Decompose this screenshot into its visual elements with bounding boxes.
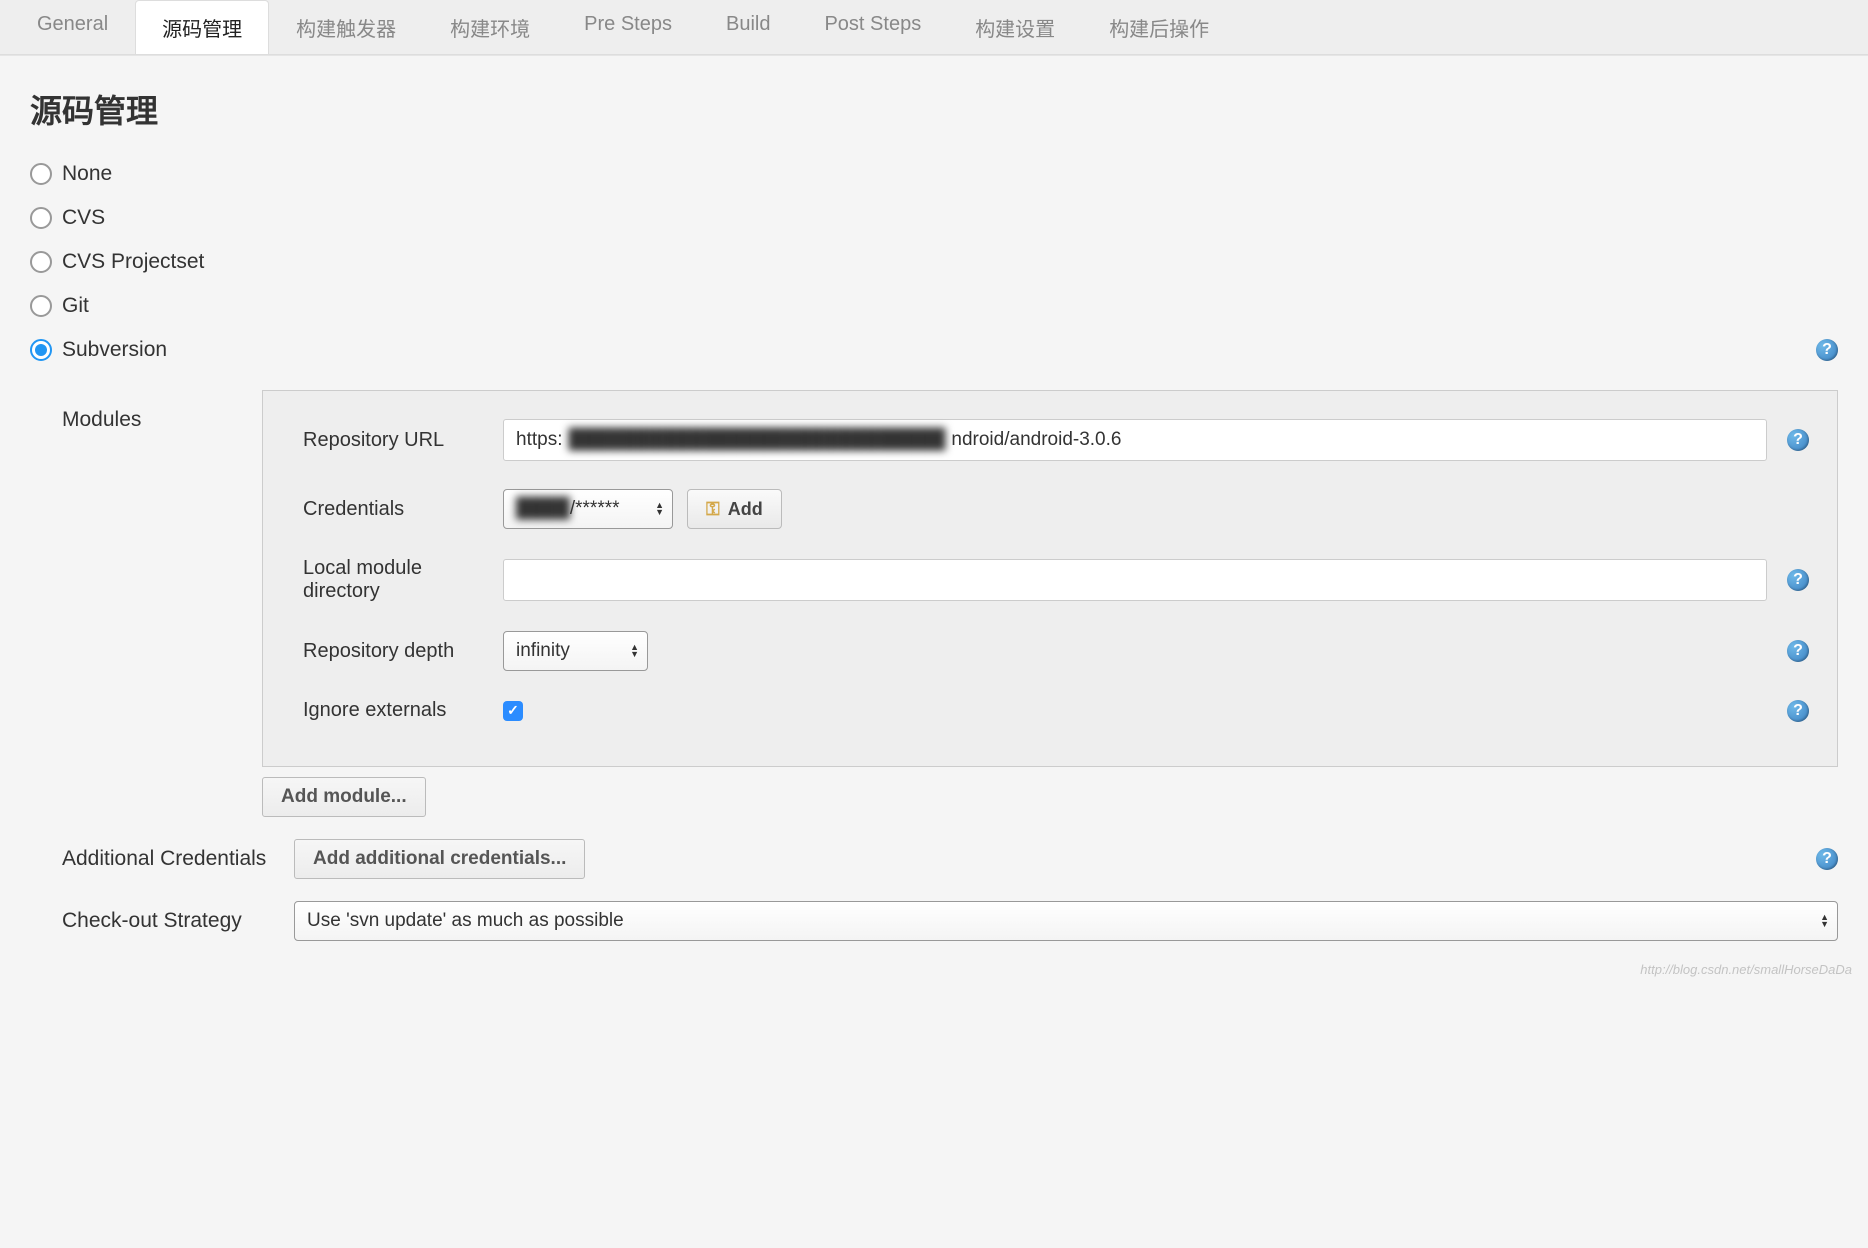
chevron-updown-icon: ▲▼ <box>1820 914 1829 928</box>
repository-depth-select[interactable]: infinity ▲▼ <box>503 631 648 671</box>
ignore-externals-label: Ignore externals <box>303 699 503 722</box>
local-module-dir-input[interactable] <box>503 559 1767 601</box>
help-icon[interactable]: ? <box>1816 848 1838 870</box>
config-tabs: General 源码管理 构建触发器 构建环境 Pre Steps Build … <box>0 0 1868 55</box>
tab-general[interactable]: General <box>10 0 135 54</box>
help-icon[interactable]: ? <box>1787 640 1809 662</box>
chevron-updown-icon: ▲▼ <box>655 502 664 516</box>
help-icon[interactable]: ? <box>1816 339 1838 361</box>
tab-build-settings[interactable]: 构建设置 <box>948 0 1082 54</box>
radio-label: None <box>62 162 112 186</box>
tab-pre-steps[interactable]: Pre Steps <box>557 0 699 54</box>
tab-build[interactable]: Build <box>699 0 797 54</box>
key-icon: ⚿ <box>706 499 720 520</box>
tab-build-env[interactable]: 构建环境 <box>423 0 557 54</box>
credentials-select[interactable]: ████/****** ▲▼ <box>503 489 673 529</box>
repository-url-input[interactable]: https: ████████████████████████████ ndro… <box>503 419 1767 461</box>
radio-icon <box>30 163 52 185</box>
additional-credentials-label: Additional Credentials <box>62 847 294 871</box>
scm-option-cvs[interactable]: CVS <box>30 206 1838 230</box>
checkout-strategy-label: Check-out Strategy <box>62 909 294 933</box>
help-icon[interactable]: ? <box>1787 700 1809 722</box>
radio-label: CVS Projectset <box>62 250 204 274</box>
help-icon[interactable]: ? <box>1787 429 1809 451</box>
ignore-externals-checkbox[interactable]: ✓ <box>503 701 523 721</box>
tab-post-build[interactable]: 构建后操作 <box>1082 0 1236 54</box>
scm-option-git[interactable]: Git <box>30 294 1838 318</box>
radio-label: Subversion <box>62 338 167 362</box>
modules-label: Modules <box>62 390 262 817</box>
tab-scm[interactable]: 源码管理 <box>135 0 269 54</box>
repository-url-label: Repository URL <box>303 429 503 452</box>
tab-post-steps[interactable]: Post Steps <box>797 0 948 54</box>
radio-label: CVS <box>62 206 105 230</box>
watermark-text: http://blog.csdn.net/smallHorseDaDa <box>1640 962 1852 977</box>
chevron-updown-icon: ▲▼ <box>630 644 639 658</box>
radio-icon <box>30 339 52 361</box>
tab-build-triggers[interactable]: 构建触发器 <box>269 0 423 54</box>
repository-depth-label: Repository depth <box>303 640 503 663</box>
scm-option-cvs-projectset[interactable]: CVS Projectset <box>30 250 1838 274</box>
checkout-strategy-select[interactable]: Use 'svn update' as much as possible ▲▼ <box>294 901 1838 941</box>
scm-radio-group: None CVS CVS Projectset Git Subversion ? <box>30 162 1838 362</box>
scm-option-none[interactable]: None <box>30 162 1838 186</box>
add-additional-credentials-button[interactable]: Add additional credentials... <box>294 839 585 879</box>
local-module-dir-label: Local module directory <box>303 557 503 603</box>
radio-icon <box>30 295 52 317</box>
section-title: 源码管理 <box>30 86 1838 132</box>
radio-icon <box>30 207 52 229</box>
add-module-button[interactable]: Add module... <box>262 777 426 817</box>
module-box: Repository URL https: ██████████████████… <box>262 390 1838 767</box>
scm-option-subversion[interactable]: Subversion <box>30 338 167 362</box>
add-credentials-button[interactable]: ⚿ Add <box>687 489 782 529</box>
radio-label: Git <box>62 294 89 318</box>
credentials-label: Credentials <box>303 498 503 521</box>
radio-icon <box>30 251 52 273</box>
help-icon[interactable]: ? <box>1787 569 1809 591</box>
